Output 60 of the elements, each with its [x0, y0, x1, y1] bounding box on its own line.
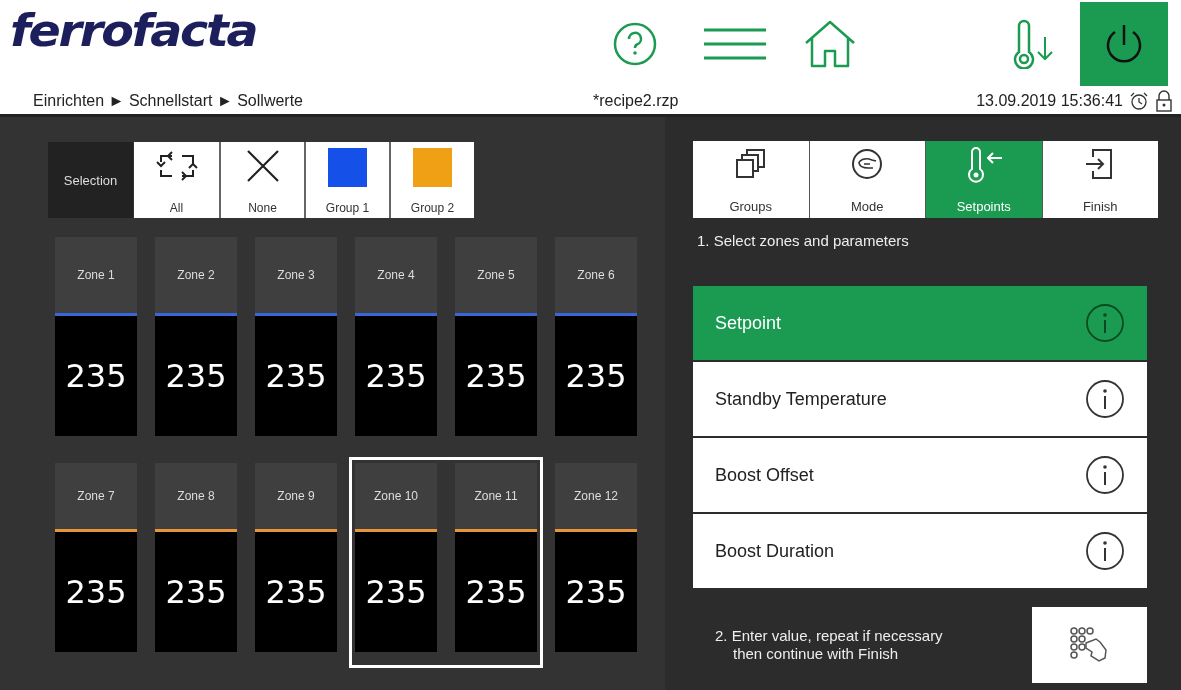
- zone-label: Zone 4: [377, 268, 415, 282]
- zone-value[interactable]: 235: [155, 532, 237, 652]
- zone-value[interactable]: 235: [355, 316, 437, 436]
- date-time: 13.09.2019 15:36:41: [976, 92, 1123, 110]
- zone-label: Zone 10: [373, 489, 418, 503]
- zone-label: Zone 6: [577, 268, 615, 282]
- stacked-squares-icon: [733, 147, 768, 181]
- zone-value[interactable]: 235: [555, 316, 637, 436]
- zone-tile[interactable]: Zone 1 235: [55, 237, 137, 436]
- selection-button[interactable]: Group 2: [389, 142, 474, 218]
- zone-label: Zone 11: [474, 489, 518, 503]
- info-icon[interactable]: [1085, 379, 1125, 419]
- zone-value[interactable]: 235: [255, 316, 337, 436]
- zone-tile[interactable]: Zone 2 235: [155, 237, 237, 436]
- zone-label: Zone 9: [277, 489, 315, 503]
- zone-label: Zone 1: [77, 268, 115, 282]
- zone-value[interactable]: 235: [55, 532, 137, 652]
- zone-tile[interactable]: Zone 8 235: [155, 463, 237, 652]
- zone-value[interactable]: 235: [455, 316, 537, 436]
- zone-value[interactable]: 235: [155, 316, 237, 436]
- breadcrumb: Einrichten ► Schnellstart ► Sollwerte: [33, 92, 304, 110]
- info-icon[interactable]: [1085, 531, 1125, 571]
- zone-value[interactable]: 235: [555, 532, 637, 652]
- zone-tile[interactable]: Zone 5 235: [455, 237, 537, 436]
- zone-tile[interactable]: Zone 7 235: [55, 463, 137, 652]
- lock-icon: [1155, 90, 1173, 112]
- zone-label: Zone 7: [77, 489, 115, 503]
- zone-tile[interactable]: Zone 3 235: [255, 237, 337, 436]
- selection-label: Selection: [48, 142, 133, 218]
- power-button[interactable]: [1080, 2, 1168, 86]
- selection-button[interactable]: None: [219, 142, 304, 218]
- zone-tile[interactable]: Zone 12 235: [555, 463, 637, 652]
- zone-label: Zone 2: [177, 268, 215, 282]
- zone-label: Zone 3: [277, 268, 315, 282]
- keypad-button[interactable]: [1032, 607, 1147, 683]
- zone-tile[interactable]: Zone 4 235: [355, 237, 437, 436]
- step-tab[interactable]: Setpoints: [925, 141, 1042, 218]
- zone-value[interactable]: 235: [455, 532, 537, 652]
- zone-label: Zone 5: [477, 268, 515, 282]
- selection-button[interactable]: All: [134, 142, 219, 218]
- zone-label: Zone 12: [573, 489, 618, 503]
- zone-tile[interactable]: Zone 6 235: [555, 237, 637, 436]
- zone-label: Zone 8: [177, 489, 215, 503]
- selection-button[interactable]: Group 1: [304, 142, 389, 218]
- help-icon[interactable]: [612, 21, 658, 67]
- zone-value[interactable]: 235: [355, 532, 437, 652]
- company-logo: ferrofacta: [10, 4, 257, 56]
- instruction-text: 1. Select zones and parameters: [697, 232, 910, 249]
- zone-tile[interactable]: Zone 9 235: [255, 463, 337, 652]
- instruction-text: 2. Enter value, repeat if necessary then continue with Finish: [715, 627, 943, 663]
- zone-value[interactable]: 235: [55, 316, 137, 436]
- zone-value[interactable]: 235: [255, 532, 337, 652]
- parameter-item[interactable]: Setpoint: [693, 286, 1147, 360]
- file-name: *recipe2.rzp: [593, 92, 679, 110]
- parameter-item[interactable]: Boost Offset: [693, 438, 1147, 512]
- close-icon: [244, 148, 281, 184]
- parameter-item[interactable]: Boost Duration: [693, 514, 1147, 588]
- parameter-item[interactable]: Standby Temperature: [693, 362, 1147, 436]
- info-icon[interactable]: [1085, 455, 1125, 495]
- alarm-clock-icon: [1129, 91, 1149, 111]
